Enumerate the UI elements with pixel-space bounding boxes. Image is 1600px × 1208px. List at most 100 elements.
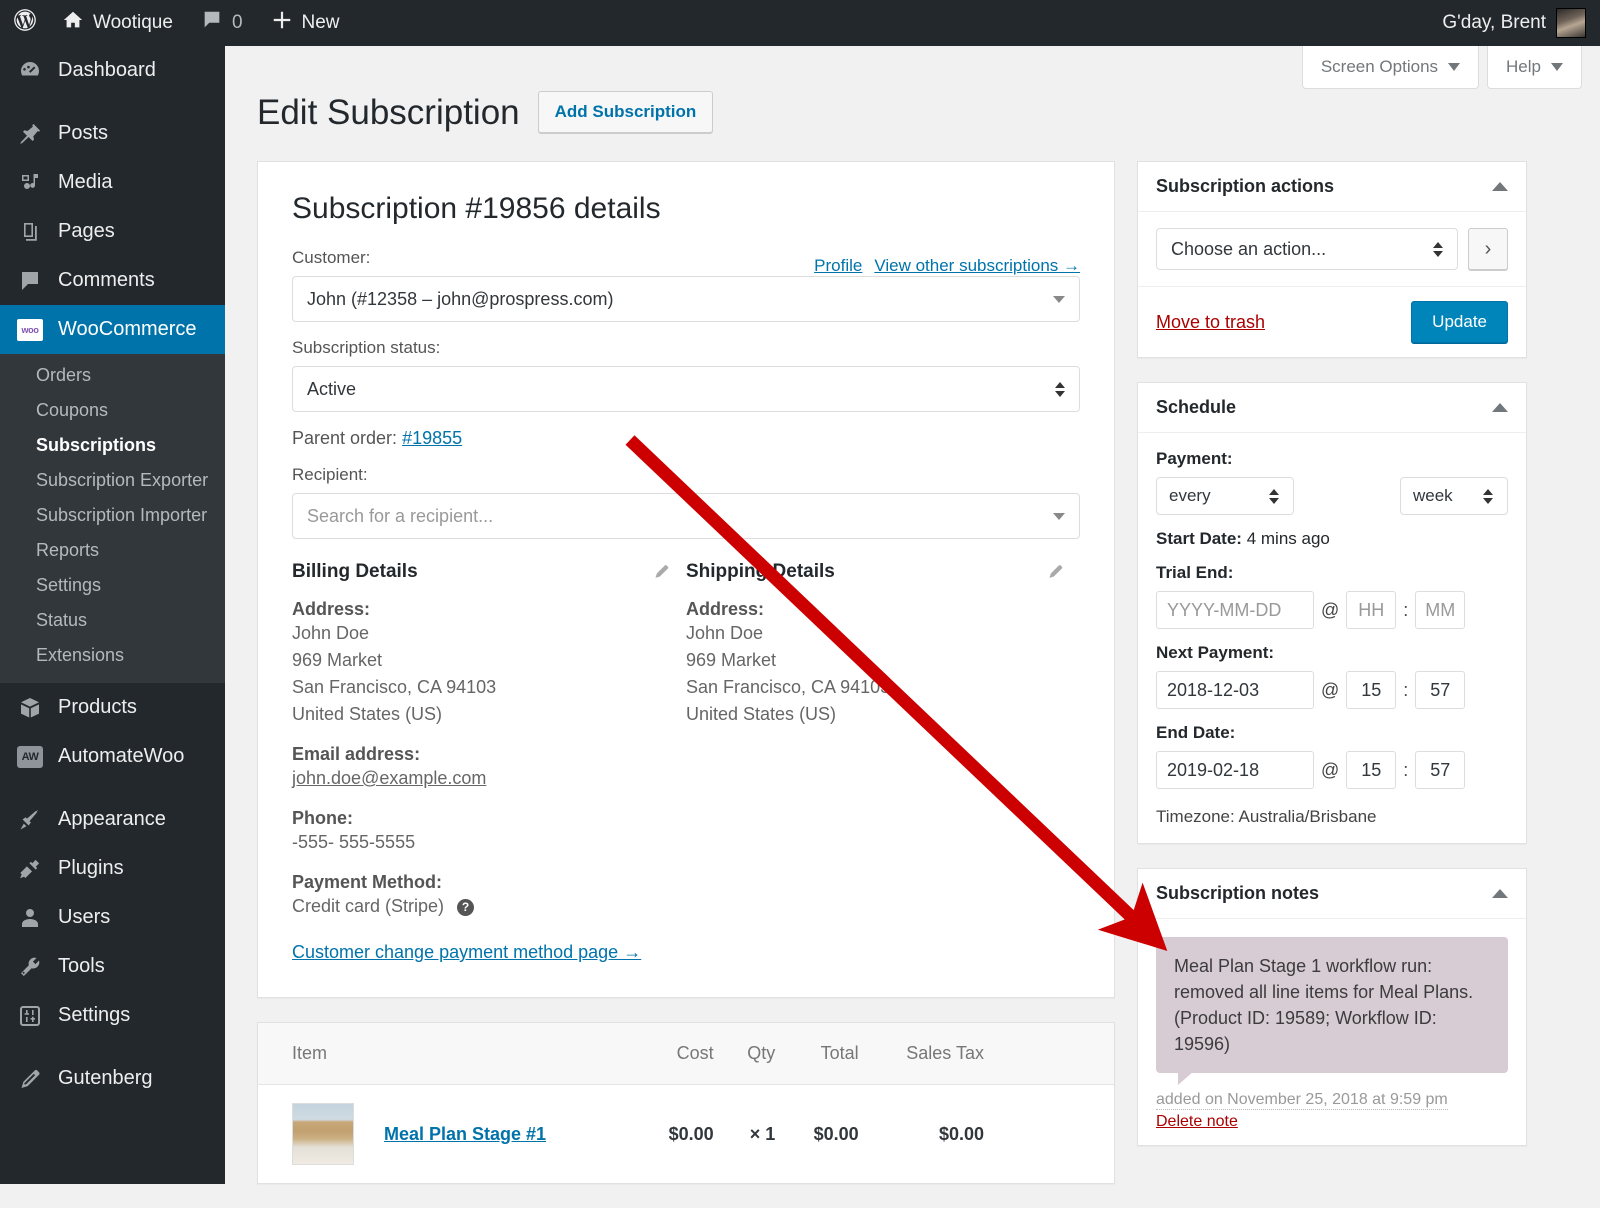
start-date-label: Start Date: (1156, 529, 1242, 548)
wrench-icon (16, 953, 44, 981)
trial-end-minute-input[interactable]: MM (1415, 591, 1466, 629)
end-date-input[interactable]: 2019-02-18 (1156, 751, 1314, 789)
trial-end-date-input[interactable]: YYYY-MM-DD (1156, 591, 1314, 629)
at-symbol: @ (1321, 679, 1340, 700)
schedule-body: Payment: every week Start Date: 4 mins a… (1138, 433, 1526, 843)
sidebar-item-label: Appearance (58, 808, 166, 830)
sidebar-item-comments[interactable]: Comments (0, 256, 225, 305)
sidebar-item-tools[interactable]: Tools (0, 942, 225, 991)
trial-end-hour-input[interactable]: HH (1346, 591, 1397, 629)
change-payment-method-link[interactable]: Customer change payment method page → (292, 942, 641, 963)
sidebar-item-users[interactable]: Users (0, 893, 225, 942)
comments-menu[interactable]: 0 (187, 0, 257, 46)
sidebar-item-label: WooCommerce (58, 318, 197, 340)
interval-select[interactable]: every (1156, 477, 1294, 515)
actions-panel-header[interactable]: Subscription actions (1138, 162, 1526, 212)
notes-panel-header[interactable]: Subscription notes (1138, 869, 1526, 919)
sidebar-item-plugins[interactable]: Plugins (0, 844, 225, 893)
period-select[interactable]: week (1400, 477, 1508, 515)
new-content-menu[interactable]: New (257, 0, 354, 46)
sidebar-item-woocommerce[interactable]: woo WooCommerce (0, 305, 233, 354)
sidebar-subitem-subscriptions[interactable]: Subscriptions (0, 428, 225, 463)
sidebar-subitem-coupons[interactable]: Coupons (0, 393, 225, 428)
billing-phone-value: -555- 555-5555 (292, 832, 416, 852)
sidebar-item-label: Plugins (58, 857, 124, 879)
triangle-up-icon[interactable] (1492, 889, 1508, 898)
sidebar-item-media[interactable]: Media (0, 158, 225, 207)
sidebar-subitem-status[interactable]: Status (0, 603, 225, 638)
schedule-panel-header[interactable]: Schedule (1138, 383, 1526, 433)
sidebar-subitem-subscription-exporter[interactable]: Subscription Exporter (0, 463, 225, 498)
run-action-button[interactable]: › (1468, 228, 1508, 270)
account-menu[interactable]: G'day, Brent (1442, 8, 1600, 38)
update-button[interactable]: Update (1411, 301, 1508, 343)
parent-order-label: Parent order: (292, 428, 398, 448)
timezone-text: Timezone: Australia/Brisbane (1156, 807, 1377, 826)
spinner-arrows-icon (1055, 381, 1065, 397)
profile-link[interactable]: Profile (814, 256, 862, 276)
customer-label: Customer: (292, 248, 371, 267)
wordpress-logo-icon (12, 7, 38, 39)
sidebar-subitem-subscription-importer[interactable]: Subscription Importer (0, 498, 225, 533)
screen-options-label: Screen Options (1320, 57, 1439, 76)
dashboard-icon (16, 57, 44, 85)
period-value: week (1413, 486, 1453, 505)
help-button[interactable]: Help (1487, 46, 1582, 89)
next-payment-date-input[interactable]: 2018-12-03 (1156, 671, 1314, 709)
delete-note-link[interactable]: Delete note (1156, 1113, 1508, 1131)
triangle-up-icon[interactable] (1492, 403, 1508, 412)
add-subscription-button[interactable]: Add Subscription (537, 91, 714, 133)
sidebar-subitem-orders[interactable]: Orders (0, 358, 225, 393)
subscription-notes-panel: Subscription notes Meal Plan Stage 1 wor… (1137, 868, 1527, 1147)
shipping-details-column: Shipping Details Address: John Doe 969 M… (686, 561, 1080, 963)
move-to-trash-link[interactable]: Move to trash (1156, 312, 1265, 333)
parent-order-line: Parent order: #19855 (292, 428, 1080, 449)
sidebar-item-products[interactable]: Products (0, 683, 225, 732)
sidebar-item-gutenberg[interactable]: Gutenberg (0, 1054, 225, 1103)
sliders-icon (16, 1002, 44, 1030)
next-payment-minute-input[interactable]: 57 (1415, 671, 1466, 709)
payment-method-label: Payment Method: (292, 872, 443, 892)
sidebar-subitem-reports[interactable]: Reports (0, 533, 225, 568)
product-name-link[interactable]: Meal Plan Stage #1 (384, 1124, 546, 1145)
end-date-row: 2019-02-18 @ 15 : 57 (1156, 751, 1508, 789)
sidebar-item-dashboard[interactable]: Dashboard (0, 46, 225, 95)
view-other-subscriptions-link[interactable]: View other subscriptions → (874, 256, 1080, 276)
sidebar-item-label: Posts (58, 122, 109, 144)
billing-email-link[interactable]: john.doe@example.com (292, 768, 486, 788)
end-date-minute-input[interactable]: 57 (1415, 751, 1466, 789)
screen-options-button[interactable]: Screen Options (1301, 46, 1480, 89)
wordpress-logo-button[interactable] (0, 0, 48, 46)
next-payment-hour-input[interactable]: 15 (1346, 671, 1397, 709)
billing-edit-pencil-icon[interactable] (653, 563, 670, 585)
pages-icon (16, 218, 44, 246)
parent-order-link[interactable]: #19855 (402, 428, 462, 448)
triangle-up-icon[interactable] (1492, 182, 1508, 191)
main-content: Screen Options Help Edit Subscription Ad… (225, 46, 1600, 1184)
paintbrush-icon (16, 806, 44, 834)
sidebar-item-appearance[interactable]: Appearance (0, 795, 225, 844)
colon-symbol: : (1403, 759, 1409, 780)
sidebar-item-posts[interactable]: Posts (0, 109, 225, 158)
products-box-icon (16, 694, 44, 722)
schedule-panel: Schedule Payment: every week Start Date:… (1137, 382, 1527, 844)
shipping-edit-pencil-icon[interactable] (1047, 563, 1064, 585)
choose-action-select[interactable]: Choose an action... (1156, 228, 1458, 270)
help-icon[interactable]: ? (457, 898, 475, 916)
recipient-select[interactable]: Search for a recipient... (292, 493, 1080, 539)
sidebar-item-pages[interactable]: Pages (0, 207, 225, 256)
sidebar-subitem-settings[interactable]: Settings (0, 568, 225, 603)
end-date-hour-input[interactable]: 15 (1346, 751, 1397, 789)
site-name-menu[interactable]: Wootique (48, 0, 187, 46)
customer-select[interactable]: John (#12358 – john@prospress.com) (292, 276, 1080, 322)
item-sales-tax: $0.00 (938, 1123, 984, 1144)
subscription-status-select[interactable]: Active (292, 366, 1080, 412)
sidebar-subitem-extensions[interactable]: Extensions (0, 638, 225, 673)
automatewoo-icon: AW (16, 743, 44, 771)
table-header-row: Item Cost Qty Total Sales Tax (258, 1023, 1114, 1085)
payment-label: Payment: (1156, 449, 1233, 468)
note-timestamp: added on November 25, 2018 at 9:59 pm (1156, 1091, 1448, 1111)
sidebar-item-settings[interactable]: Settings (0, 991, 225, 1040)
sidebar-item-automatewoo[interactable]: AW AutomateWoo (0, 732, 225, 781)
avatar (1556, 8, 1586, 38)
